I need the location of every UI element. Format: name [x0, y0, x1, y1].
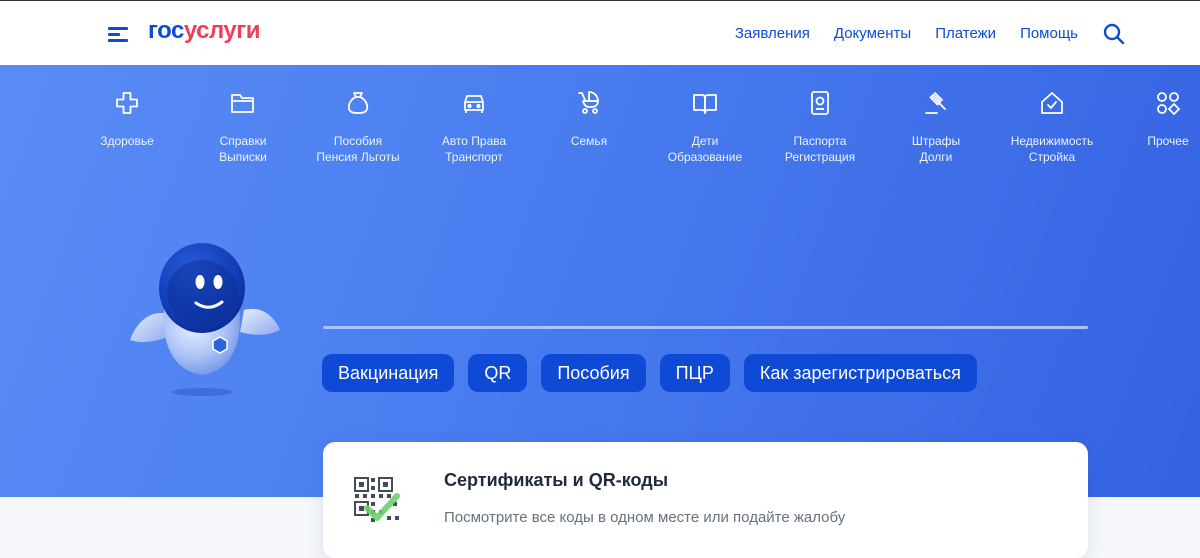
house-icon — [1041, 92, 1063, 114]
category-health[interactable]: Здоровье — [67, 90, 187, 149]
category-label: Здоровье — [100, 134, 154, 148]
category-label: Авто Права — [441, 134, 507, 148]
category-family[interactable]: Семья — [529, 90, 649, 149]
qr-code-check-icon — [354, 477, 400, 522]
category-children[interactable]: Дети Образование — [645, 90, 765, 165]
chip-benefits[interactable]: Пособия — [541, 354, 646, 392]
category-label: Прочее — [1147, 134, 1189, 148]
search-underline[interactable] — [323, 326, 1088, 329]
category-auto[interactable]: Авто Права Транспорт — [414, 90, 534, 165]
grid-icon — [1157, 92, 1181, 116]
chip-how-to-register[interactable]: Как зарегистрироваться — [743, 354, 977, 392]
passport-icon — [811, 91, 829, 115]
book-icon — [693, 94, 717, 114]
gosuslugi-logo[interactable]: госуслуги — [148, 17, 261, 45]
category-sublabel: Стройка — [1028, 150, 1076, 164]
robot-assistant-illustration[interactable] — [120, 240, 290, 405]
category-sublabel: Пенсия Льготы — [316, 150, 400, 164]
category-realty[interactable]: Недвижимость Стройка — [992, 90, 1112, 165]
category-sublabel: Регистрация — [784, 150, 856, 164]
logo-part-uslugi: услуги — [183, 17, 261, 44]
nav-link-documents[interactable]: Документы — [834, 25, 911, 42]
category-label: Справки — [219, 134, 267, 148]
hero-section: Здоровье Справки Выписки Пособия Пенсия Ль… — [0, 65, 1200, 497]
main-nav: Заявления Документы Платежи Помощь — [735, 25, 1078, 42]
category-other[interactable]: Прочее — [1108, 90, 1200, 149]
category-label: Паспорта — [793, 134, 847, 148]
nav-link-payments[interactable]: Платежи — [935, 25, 996, 42]
logo-part-gos: гос — [148, 17, 184, 44]
stroller-icon — [578, 91, 599, 114]
search-icon[interactable] — [1102, 22, 1126, 46]
category-label: Дети — [691, 134, 719, 148]
card-subtitle: Посмотрите все коды в одном месте или по… — [444, 509, 846, 526]
menu-icon[interactable] — [108, 25, 128, 43]
certificates-card[interactable]: Сертификаты и QR-коды Посмотрите все код… — [323, 442, 1088, 558]
nav-link-help[interactable]: Помощь — [1020, 25, 1078, 42]
category-label: Недвижимость — [1010, 134, 1094, 148]
category-sublabel: Образование — [667, 150, 743, 164]
category-sublabel: Транспорт — [445, 150, 503, 164]
category-label: Пособия — [333, 134, 383, 148]
chip-vaccination[interactable]: Вакцинация — [322, 354, 455, 392]
health-cross-icon — [116, 92, 138, 114]
category-sublabel: Долги — [919, 150, 953, 164]
card-title: Сертификаты и QR-коды — [444, 470, 669, 490]
top-header: госуслуги Заявления Документы Платежи По… — [0, 0, 1200, 65]
category-sublabel: Выписки — [219, 150, 267, 164]
chip-qr[interactable]: QR — [468, 354, 528, 392]
category-label: Штрафы — [911, 134, 961, 148]
category-fines[interactable]: Штрафы Долги — [876, 90, 996, 165]
quick-chips: Вакцинация QR Пособия ПЦР Как зарегистри… — [322, 354, 977, 392]
folder-icon — [231, 94, 254, 113]
nav-link-applications[interactable]: Заявления — [735, 25, 810, 42]
category-benefits[interactable]: Пособия Пенсия Льготы — [298, 90, 418, 165]
category-passports[interactable]: Паспорта Регистрация — [760, 90, 880, 165]
category-bar: Здоровье Справки Выписки Пособия Пенсия Ль… — [0, 90, 1200, 170]
car-icon — [464, 95, 484, 113]
category-label: Семья — [570, 134, 608, 148]
gavel-icon — [925, 92, 946, 114]
chip-pcr[interactable]: ПЦР — [659, 354, 730, 392]
money-bag-icon — [347, 92, 369, 114]
category-certificates[interactable]: Справки Выписки — [183, 90, 303, 165]
